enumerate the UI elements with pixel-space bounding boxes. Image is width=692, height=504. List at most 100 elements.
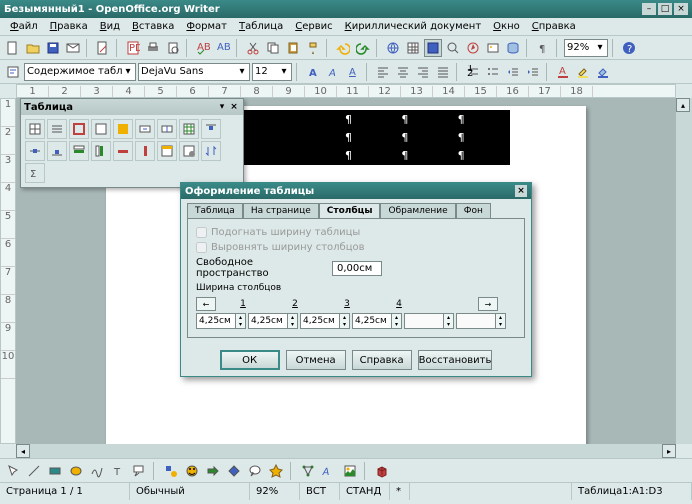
- preview-icon[interactable]: [164, 39, 182, 57]
- find-icon[interactable]: [444, 39, 462, 57]
- maximize-button[interactable]: □: [658, 3, 672, 15]
- spin-up-icon[interactable]: ▴: [339, 314, 349, 321]
- from-file-icon[interactable]: [341, 462, 359, 480]
- scroll-cols-right-icon[interactable]: →: [478, 297, 498, 311]
- nonprinting-icon[interactable]: ¶: [534, 39, 552, 57]
- pin-icon[interactable]: ▾: [216, 101, 228, 113]
- open-icon[interactable]: [24, 39, 42, 57]
- sort-icon[interactable]: [201, 141, 221, 161]
- align-center-icon[interactable]: [394, 63, 412, 81]
- col-width-2[interactable]: ▴▾: [248, 313, 298, 329]
- increase-indent-icon[interactable]: [524, 63, 542, 81]
- autoformat-icon[interactable]: [157, 141, 177, 161]
- edit-doc-icon[interactable]: [94, 39, 112, 57]
- table-cell[interactable]: ¶: [341, 111, 397, 129]
- save-icon[interactable]: [44, 39, 62, 57]
- points-icon[interactable]: [299, 462, 317, 480]
- menu-cyrillic[interactable]: Кириллический документ: [339, 19, 488, 34]
- styles-icon[interactable]: [4, 63, 22, 81]
- table-new-icon[interactable]: [25, 119, 45, 139]
- zoom-combo[interactable]: ▾: [564, 39, 608, 57]
- table-cell[interactable]: ¶: [341, 129, 397, 147]
- spin-up-icon[interactable]: ▴: [235, 314, 245, 321]
- italic-icon[interactable]: A: [324, 63, 342, 81]
- table-cell[interactable]: ¶: [341, 147, 397, 165]
- symbol-shapes-icon[interactable]: [183, 462, 201, 480]
- font-size-input[interactable]: [255, 66, 279, 77]
- chevron-down-icon[interactable]: ▾: [595, 42, 605, 53]
- tab-columns[interactable]: Столбцы: [319, 203, 381, 218]
- copy-icon[interactable]: [264, 39, 282, 57]
- hyperlink-icon[interactable]: [384, 39, 402, 57]
- table-cell[interactable]: ¶: [453, 111, 509, 129]
- scroll-left-icon[interactable]: ◂: [16, 444, 30, 458]
- merge-cells-icon[interactable]: [135, 119, 155, 139]
- autospell-icon[interactable]: ABC: [214, 39, 232, 57]
- freeform-icon[interactable]: [88, 462, 106, 480]
- delete-col-icon[interactable]: [135, 141, 155, 161]
- line-style-icon[interactable]: [47, 119, 67, 139]
- table-props-icon[interactable]: [179, 141, 199, 161]
- chevron-down-icon[interactable]: ▾: [237, 66, 247, 77]
- font-name-input[interactable]: [141, 66, 237, 77]
- menu-file[interactable]: Файл: [4, 19, 44, 34]
- format-paint-icon[interactable]: [304, 39, 322, 57]
- status-style[interactable]: Обычный: [130, 483, 250, 500]
- table-cell[interactable]: ¶: [397, 129, 453, 147]
- cut-icon[interactable]: [244, 39, 262, 57]
- block-arrows-icon[interactable]: [204, 462, 222, 480]
- status-zoom[interactable]: 92%: [250, 483, 300, 500]
- table-toolbar-title[interactable]: Таблица ▾ ×: [21, 99, 243, 115]
- table-cell[interactable]: ¶: [397, 147, 453, 165]
- flowchart-icon[interactable]: [225, 462, 243, 480]
- ok-button[interactable]: ОК: [220, 350, 280, 370]
- spellcheck-icon[interactable]: ABC: [194, 39, 212, 57]
- menu-view[interactable]: Вид: [94, 19, 126, 34]
- col-width-4[interactable]: ▴▾: [352, 313, 402, 329]
- paste-icon[interactable]: [284, 39, 302, 57]
- valign-top-icon[interactable]: [201, 119, 221, 139]
- scroll-right-icon[interactable]: ▸: [662, 444, 676, 458]
- highlight-icon[interactable]: [574, 63, 592, 81]
- menu-help[interactable]: Справка: [526, 19, 582, 34]
- delete-row-icon[interactable]: [113, 141, 133, 161]
- spin-up-icon[interactable]: ▴: [391, 314, 401, 321]
- callouts-icon[interactable]: [246, 462, 264, 480]
- show-draw-icon[interactable]: [424, 39, 442, 57]
- align-left-icon[interactable]: [374, 63, 392, 81]
- tab-borders[interactable]: Обрамление: [380, 203, 455, 218]
- bold-icon[interactable]: A: [304, 63, 322, 81]
- table-cell[interactable]: ¶: [397, 111, 453, 129]
- rect-icon[interactable]: [46, 462, 64, 480]
- font-size-combo[interactable]: ▾: [252, 63, 292, 81]
- col-width-3[interactable]: ▴▾: [300, 313, 350, 329]
- vertical-ruler[interactable]: 12345678910: [0, 98, 16, 444]
- menu-insert[interactable]: Вставка: [126, 19, 180, 34]
- bgcolor-icon[interactable]: [113, 119, 133, 139]
- fontwork-icon[interactable]: A: [320, 462, 338, 480]
- email-icon[interactable]: [64, 39, 82, 57]
- extrusion-icon[interactable]: [373, 462, 391, 480]
- datasources-icon[interactable]: [504, 39, 522, 57]
- table-icon[interactable]: [404, 39, 422, 57]
- split-cells-icon[interactable]: [157, 119, 177, 139]
- underline-icon[interactable]: A: [344, 63, 362, 81]
- text-icon[interactable]: T: [109, 462, 127, 480]
- chevron-down-icon[interactable]: ▾: [123, 66, 133, 77]
- optimize-icon[interactable]: [179, 119, 199, 139]
- bullets-icon[interactable]: [484, 63, 502, 81]
- spin-down-icon[interactable]: ▾: [287, 321, 297, 328]
- close-button[interactable]: ×: [674, 3, 688, 15]
- tab-background[interactable]: Фон: [456, 203, 491, 218]
- undo-icon[interactable]: [334, 39, 352, 57]
- align-right-icon[interactable]: [414, 63, 432, 81]
- dialog-titlebar[interactable]: Оформление таблицы ×: [181, 183, 531, 199]
- line-icon[interactable]: [25, 462, 43, 480]
- bg-color-icon[interactable]: [594, 63, 612, 81]
- close-icon[interactable]: ×: [228, 101, 240, 113]
- new-doc-icon[interactable]: [4, 39, 22, 57]
- borders-icon[interactable]: [91, 119, 111, 139]
- gallery-icon[interactable]: [484, 39, 502, 57]
- horizontal-scrollbar[interactable]: ◂ ▸: [16, 444, 676, 458]
- insert-row-icon[interactable]: [69, 141, 89, 161]
